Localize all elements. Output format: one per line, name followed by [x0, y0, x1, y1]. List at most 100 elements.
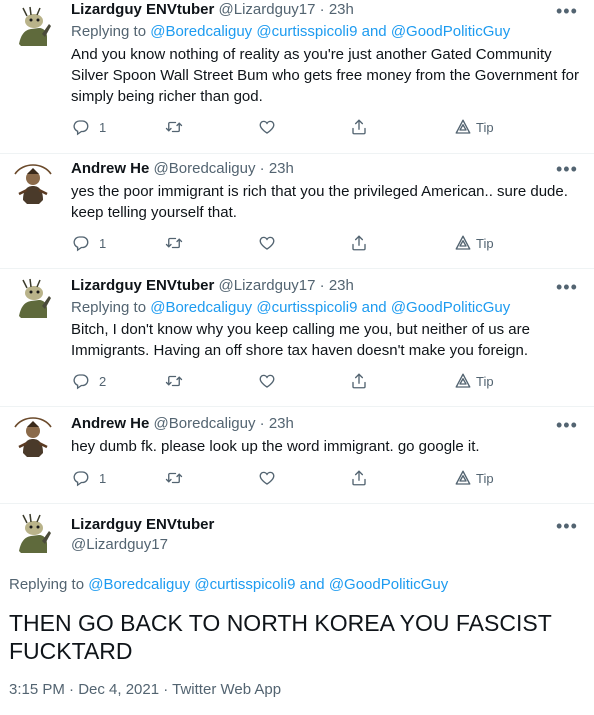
tip-icon: [454, 469, 472, 487]
separator: ·: [319, 1, 325, 18]
tip-button[interactable]: Tip: [454, 469, 494, 487]
reply-button[interactable]: 1: [72, 234, 106, 252]
separator: ·: [259, 415, 265, 432]
reply-button[interactable]: 1: [72, 118, 106, 136]
replying-to-label: Replying to: [71, 23, 147, 40]
user-handle[interactable]: @Lizardguy17: [219, 1, 316, 18]
avatar[interactable]: [9, 160, 57, 208]
main-user-handle[interactable]: @Lizardguy17: [71, 535, 168, 555]
like-button[interactable]: [258, 118, 276, 136]
share-button[interactable]: [350, 372, 368, 390]
mention-link[interactable]: @curtisspicoli9: [256, 23, 357, 40]
mention-link[interactable]: @Boredcaliguy: [88, 576, 190, 593]
reply-button[interactable]: 2: [72, 372, 106, 390]
retweet-button[interactable]: [165, 118, 183, 136]
reply-count: 1: [99, 470, 107, 486]
share-button[interactable]: [350, 118, 368, 136]
like-icon: [258, 469, 276, 487]
like-button[interactable]: [258, 234, 276, 252]
mention-link[interactable]: @Boredcaliguy: [150, 299, 252, 316]
tip-label: Tip: [476, 470, 494, 486]
timestamp[interactable]: 23h: [269, 415, 294, 432]
mention-conjunction[interactable]: and: [362, 299, 387, 316]
tweet-text: hey dumb fk. please look up the word imm…: [71, 438, 480, 455]
display-name[interactable]: Andrew He: [71, 415, 149, 432]
display-name[interactable]: Lizardguy ENVtuber: [71, 277, 214, 294]
mention-conjunction[interactable]: and: [300, 576, 325, 593]
reply-icon: [72, 118, 90, 136]
avatar[interactable]: [9, 511, 57, 559]
replying-to: Replying to @Boredcaliguy @curtisspicoli…: [71, 298, 510, 318]
reply-count: 1: [99, 235, 107, 251]
divider: [0, 406, 594, 407]
display-name[interactable]: Lizardguy ENVtuber: [71, 516, 214, 533]
tip-label: Tip: [476, 373, 494, 389]
share-icon: [350, 469, 368, 487]
share-icon: [350, 234, 368, 252]
more-icon[interactable]: •••: [556, 416, 578, 434]
display-name[interactable]: Andrew He: [71, 160, 149, 177]
tip-button[interactable]: Tip: [454, 118, 494, 136]
like-button[interactable]: [258, 372, 276, 390]
tweet-header: Lizardguy ENVtuber @Lizardguy17 · 23h: [71, 276, 354, 296]
mention-link[interactable]: @Boredcaliguy: [150, 23, 252, 40]
mention-conjunction[interactable]: and: [362, 23, 387, 40]
tweet-header: Andrew He @Boredcaliguy · 23h: [71, 159, 294, 179]
separator: ·: [259, 160, 265, 177]
mention-link[interactable]: @GoodPoliticGuy: [329, 576, 448, 593]
display-name[interactable]: Lizardguy ENVtuber: [71, 1, 214, 18]
retweet-icon: [165, 234, 183, 252]
user-handle[interactable]: @Boredcaliguy: [154, 160, 256, 177]
more-icon[interactable]: •••: [556, 160, 578, 178]
tweet-text: And you know nothing of reality as you'r…: [71, 46, 579, 105]
tip-button[interactable]: Tip: [454, 234, 494, 252]
tip-icon: [454, 118, 472, 136]
retweet-button[interactable]: [165, 234, 183, 252]
user-handle[interactable]: @Boredcaliguy: [154, 415, 256, 432]
replying-to: Replying to @Boredcaliguy @curtisspicoli…: [9, 576, 448, 593]
reply-button[interactable]: 1: [72, 469, 106, 487]
avatar[interactable]: [9, 276, 57, 324]
divider: [0, 503, 594, 504]
separator: ·: [319, 277, 325, 294]
retweet-icon: [165, 118, 183, 136]
mention-link[interactable]: @GoodPoliticGuy: [391, 299, 510, 316]
like-icon: [258, 372, 276, 390]
mention-link[interactable]: @curtisspicoli9: [256, 299, 357, 316]
divider: [0, 268, 594, 269]
tip-label: Tip: [476, 235, 494, 251]
timestamp[interactable]: 23h: [329, 277, 354, 294]
divider: [0, 153, 594, 154]
reply-count: 1: [99, 119, 107, 135]
tip-label: Tip: [476, 119, 494, 135]
tip-button[interactable]: Tip: [454, 372, 494, 390]
more-icon[interactable]: •••: [556, 278, 578, 296]
replying-to-label: Replying to: [71, 299, 147, 316]
main-display-name[interactable]: Lizardguy ENVtuber: [71, 515, 214, 535]
retweet-button[interactable]: [165, 469, 183, 487]
more-icon[interactable]: •••: [556, 517, 578, 535]
timestamp[interactable]: 23h: [329, 1, 354, 18]
reply-icon: [72, 372, 90, 390]
tweet-header: Lizardguy ENVtuber @Lizardguy17 · 23h: [71, 0, 354, 20]
avatar[interactable]: [9, 413, 57, 461]
retweet-icon: [165, 372, 183, 390]
user-handle[interactable]: @Lizardguy17: [219, 277, 316, 294]
retweet-button[interactable]: [165, 372, 183, 390]
share-button[interactable]: [350, 469, 368, 487]
mention-link[interactable]: @GoodPoliticGuy: [391, 23, 510, 40]
tweet-text: Bitch, I don't know why you keep calling…: [71, 321, 530, 359]
like-icon: [258, 234, 276, 252]
avatar[interactable]: [9, 4, 57, 52]
tweet-metadata[interactable]: 3:15 PM · Dec 4, 2021 · Twitter Web App: [9, 681, 281, 698]
main-tweet-text: THEN GO BACK TO NORTH KOREA YOU FASCIST …: [9, 610, 552, 664]
tweet-header: Andrew He @Boredcaliguy · 23h: [71, 414, 294, 434]
mention-link[interactable]: @curtisspicoli9: [194, 576, 295, 593]
user-handle[interactable]: @Lizardguy17: [71, 536, 168, 553]
replying-to-label: Replying to: [9, 576, 85, 593]
share-button[interactable]: [350, 234, 368, 252]
more-icon[interactable]: •••: [556, 2, 578, 20]
like-button[interactable]: [258, 469, 276, 487]
tweet-text: yes the poor immigrant is rich that you …: [71, 183, 568, 221]
timestamp[interactable]: 23h: [269, 160, 294, 177]
